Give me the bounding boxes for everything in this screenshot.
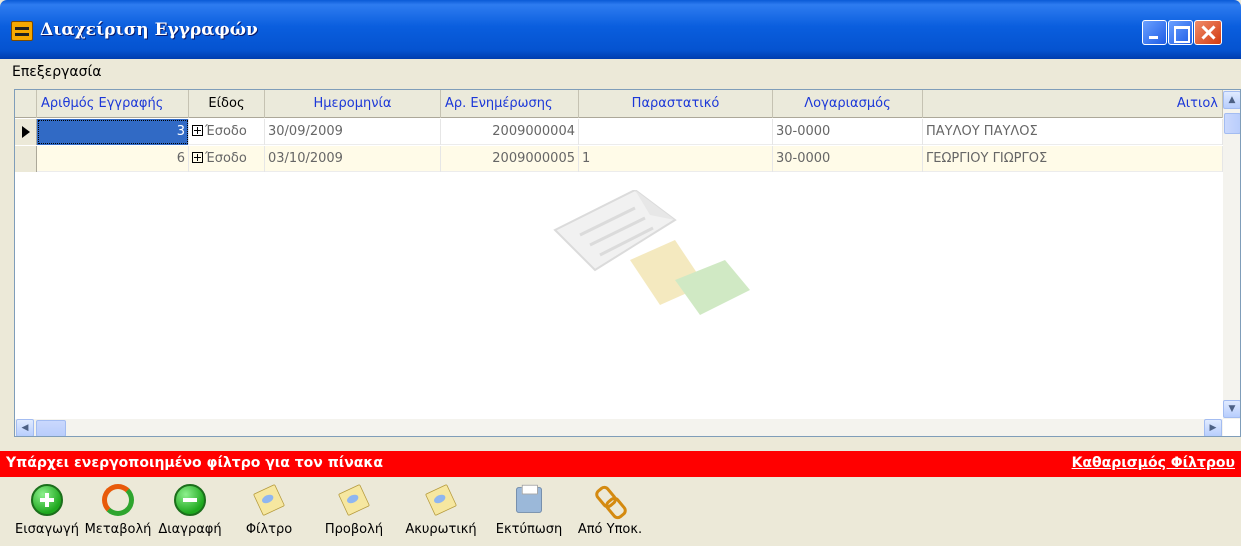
delete-button[interactable]: Διαγραφή bbox=[154, 478, 226, 544]
action-toolbar: Εισαγωγή Μεταβολή Διαγραφή Φίλτρο Προβολ… bbox=[0, 478, 1241, 546]
modify-label: Μεταβολή bbox=[84, 522, 152, 537]
refresh-icon bbox=[102, 484, 134, 516]
delete-label: Διαγραφή bbox=[158, 522, 222, 537]
cell-description[interactable]: ΠΑΥΛΟΥ ΠΑΥΛΟΣ bbox=[923, 119, 1223, 145]
table-row[interactable]: 3 Έσοδο 30/09/2009 2009000004 30-0000 ΠΑ… bbox=[15, 119, 1223, 145]
records-grid[interactable]: Αριθμός Εγγραφής Είδος Ημερομηνία Αρ. Εν… bbox=[14, 89, 1241, 437]
expand-icon[interactable] bbox=[192, 125, 203, 136]
scroll-down-button[interactable]: ▼ bbox=[1223, 400, 1240, 418]
add-icon bbox=[31, 484, 63, 516]
filter-button[interactable]: Φίλτρο bbox=[226, 478, 312, 544]
view-icon bbox=[338, 484, 370, 516]
link-icon bbox=[594, 484, 626, 516]
row-selector-header bbox=[15, 90, 37, 118]
from-branch-button[interactable]: Από Υποκ. bbox=[572, 478, 648, 544]
from-branch-label: Από Υποκ. bbox=[577, 522, 643, 537]
column-header-record[interactable]: Αριθμός Εγγραφής bbox=[37, 90, 189, 118]
scroll-left-button[interactable]: ◀ bbox=[16, 419, 34, 436]
cell-date[interactable]: 03/10/2009 bbox=[265, 146, 441, 172]
filter-banner: Υπάρχει ενεργοποιημένο φίλτρο για τον πί… bbox=[0, 451, 1241, 477]
reversal-label: Ακυρωτική bbox=[405, 522, 477, 537]
reversal-button[interactable]: Ακυρωτική bbox=[396, 478, 486, 544]
close-button[interactable] bbox=[1194, 20, 1222, 45]
cell-type-text: Έσοδο bbox=[205, 124, 247, 139]
filter-icon bbox=[253, 484, 285, 516]
menu-edit[interactable]: Επεξεργασία bbox=[12, 64, 101, 80]
view-button[interactable]: Προβολή bbox=[312, 478, 396, 544]
view-label: Προβολή bbox=[324, 522, 384, 537]
grid-header: Αριθμός Εγγραφής Είδος Ημερομηνία Αρ. Εν… bbox=[15, 90, 1240, 118]
column-header-type[interactable]: Είδος bbox=[189, 90, 265, 118]
column-header-date[interactable]: Ημερομηνία bbox=[265, 90, 441, 118]
cell-description[interactable]: ΓΕΩΡΓΙΟΥ ΓΙΩΡΓΟΣ bbox=[923, 146, 1223, 172]
title-bar[interactable]: Διαχείριση Εγγραφών bbox=[0, 0, 1241, 59]
horizontal-scroll-thumb[interactable] bbox=[36, 420, 66, 436]
cell-type[interactable]: Έσοδο bbox=[189, 119, 265, 145]
cell-update-no[interactable]: 2009000005 bbox=[441, 146, 579, 172]
window-title: Διαχείριση Εγγραφών bbox=[40, 20, 258, 40]
modify-button[interactable]: Μεταβολή bbox=[82, 478, 154, 544]
expand-icon[interactable] bbox=[192, 152, 203, 163]
document-watermark-icon bbox=[553, 190, 750, 315]
cell-account[interactable]: 30-0000 bbox=[773, 119, 923, 145]
insert-button[interactable]: Εισαγωγή bbox=[12, 478, 82, 544]
scroll-right-button[interactable]: ▶ bbox=[1204, 419, 1222, 436]
reversal-icon bbox=[425, 484, 457, 516]
print-label: Εκτύπωση bbox=[495, 522, 563, 537]
insert-label: Εισαγωγή bbox=[15, 522, 79, 537]
cell-record[interactable]: 3 bbox=[37, 119, 189, 145]
remove-icon bbox=[174, 484, 206, 516]
row-indicator[interactable] bbox=[15, 146, 37, 172]
row-indicator[interactable] bbox=[15, 119, 37, 145]
column-header-update-no[interactable]: Αρ. Ενημέρωσης bbox=[441, 90, 579, 118]
table-row[interactable]: 6 Έσοδο 03/10/2009 2009000005 1 30-0000 … bbox=[15, 146, 1223, 172]
app-icon bbox=[11, 21, 33, 41]
scroll-up-button[interactable]: ▲ bbox=[1223, 91, 1240, 109]
printer-icon bbox=[516, 484, 542, 513]
cell-date[interactable]: 30/09/2009 bbox=[265, 119, 441, 145]
column-header-description[interactable]: Αιτιολ bbox=[923, 90, 1223, 118]
maximize-button[interactable] bbox=[1168, 20, 1193, 45]
vertical-scrollbar[interactable]: ▲ ▼ bbox=[1223, 90, 1240, 419]
filter-active-message: Υπάρχει ενεργοποιημένο φίλτρο για τον πί… bbox=[6, 455, 383, 471]
cell-type-text: Έσοδο bbox=[205, 151, 247, 166]
cell-update-no[interactable]: 2009000004 bbox=[441, 119, 579, 145]
vertical-scroll-thumb[interactable] bbox=[1224, 113, 1240, 134]
main-window: Διαχείριση Εγγραφών Επεξεργασία Αριθμός … bbox=[0, 0, 1241, 546]
clear-filter-link[interactable]: Καθαρισμός Φίλτρου bbox=[1072, 455, 1235, 471]
minimize-button[interactable] bbox=[1142, 20, 1167, 45]
column-header-document[interactable]: Παραστατικό bbox=[579, 90, 773, 118]
cell-document[interactable]: 1 bbox=[579, 146, 773, 172]
cell-record[interactable]: 6 bbox=[37, 146, 189, 172]
cell-account[interactable]: 30-0000 bbox=[773, 146, 923, 172]
menu-bar: Επεξεργασία bbox=[0, 59, 1241, 86]
cell-document[interactable] bbox=[579, 119, 773, 145]
print-button[interactable]: Εκτύπωση bbox=[486, 478, 572, 544]
filter-label: Φίλτρο bbox=[245, 522, 293, 537]
cell-type[interactable]: Έσοδο bbox=[189, 146, 265, 172]
column-header-account[interactable]: Λογαριασμός bbox=[773, 90, 923, 118]
horizontal-scrollbar[interactable]: ◀ ▶ bbox=[15, 419, 1223, 436]
